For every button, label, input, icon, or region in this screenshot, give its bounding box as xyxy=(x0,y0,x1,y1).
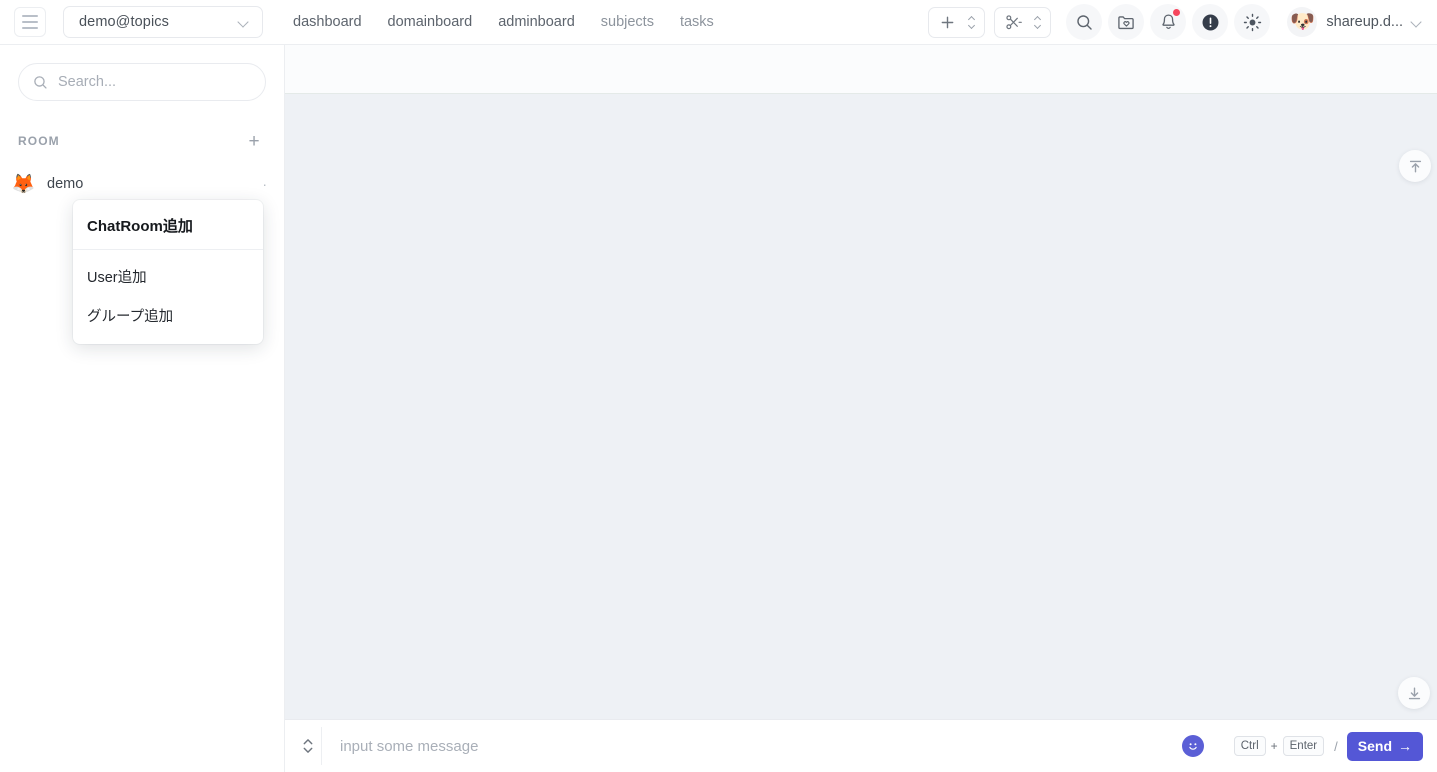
send-button-label: Send xyxy=(1357,738,1392,754)
hamburger-icon-line xyxy=(22,21,38,23)
room-section-header: ROOM + xyxy=(0,130,284,152)
scissors-icon xyxy=(1005,14,1022,31)
shortcut-key-enter: Enter xyxy=(1282,736,1325,756)
message-composer: Ctrl + Enter / Send → xyxy=(285,719,1437,772)
arrow-down-to-line-icon xyxy=(1407,686,1422,701)
avatar: 🐶 xyxy=(1287,7,1318,37)
tab-tasks[interactable]: tasks xyxy=(680,14,714,30)
search-button[interactable] xyxy=(1066,4,1103,40)
emoji-picker-button[interactable] xyxy=(1181,735,1204,757)
user-menu[interactable]: 🐶 shareup.d... xyxy=(1287,7,1425,37)
shortcut-plus: + xyxy=(1270,739,1278,753)
chevron-up-icon xyxy=(1035,17,1041,21)
body-container: ROOM + 🦊 demo · xyxy=(0,45,1437,772)
scroll-to-top-button[interactable] xyxy=(1399,150,1431,182)
room-name-label: demo xyxy=(47,176,84,192)
workspace-selector[interactable]: demo@topics xyxy=(63,6,263,38)
dropdown-items: User追加 グループ追加 xyxy=(73,250,263,335)
hamburger-icon-line xyxy=(22,15,38,17)
search-input[interactable] xyxy=(58,74,251,90)
app-root: demo@topics dashboard domainboard adminb… xyxy=(0,0,1437,772)
folder-heart-icon xyxy=(1117,14,1135,31)
chevron-down-icon xyxy=(1412,17,1423,28)
chevron-down-icon xyxy=(1035,24,1041,28)
search-icon xyxy=(1076,14,1093,31)
top-navigation-bar: demo@topics dashboard domainboard adminb… xyxy=(0,0,1437,45)
shortcut-separator: / xyxy=(1334,738,1338,754)
chevron-down-icon xyxy=(969,24,975,28)
main-panel: Ctrl + Enter / Send → xyxy=(285,45,1437,772)
tab-subjects[interactable]: subjects xyxy=(601,14,654,30)
add-stepper-group[interactable] xyxy=(928,6,986,38)
room-section-title: ROOM xyxy=(18,134,60,148)
chat-header xyxy=(285,45,1437,94)
message-input-wrapper xyxy=(321,727,1182,765)
arrow-right-icon: → xyxy=(1398,738,1412,754)
send-button[interactable]: Send → xyxy=(1346,731,1423,761)
sidebar-search[interactable] xyxy=(18,63,266,101)
avatar: 🦊 xyxy=(11,173,36,195)
brightness-icon xyxy=(1243,13,1262,32)
alerts-button[interactable] xyxy=(1192,4,1229,40)
up-down-chevron-icon xyxy=(301,737,315,755)
alert-circle-icon xyxy=(1201,13,1220,32)
room-more-icon[interactable]: · xyxy=(262,176,268,192)
hamburger-icon-line xyxy=(22,27,38,29)
up-down-chevron-icon[interactable] xyxy=(1033,14,1043,31)
notification-badge xyxy=(1173,9,1181,16)
arrow-up-to-line-icon xyxy=(1408,159,1423,174)
add-room-dropdown-menu: ChatRoom追加 User追加 グループ追加 xyxy=(73,200,263,344)
tab-dashboard[interactable]: dashboard xyxy=(293,14,362,30)
shortcut-key-ctrl: Ctrl xyxy=(1233,736,1266,756)
add-room-button[interactable]: + xyxy=(244,131,264,151)
saved-folder-button[interactable] xyxy=(1108,4,1145,40)
menu-item-add-group[interactable]: グループ追加 xyxy=(73,296,263,335)
hamburger-menu-button[interactable] xyxy=(14,7,46,37)
smiley-icon xyxy=(1185,738,1201,754)
room-list: 🦊 demo · xyxy=(0,164,284,204)
nav-tabs: dashboard domainboard adminboard subject… xyxy=(293,14,714,30)
sidebar: ROOM + 🦊 demo · xyxy=(0,45,285,772)
user-name-label: shareup.d... xyxy=(1326,14,1403,30)
message-list[interactable] xyxy=(285,94,1437,719)
topbar-actions: 🐶 shareup.d... xyxy=(928,4,1425,40)
search-icon xyxy=(33,75,48,90)
notifications-button[interactable] xyxy=(1150,4,1187,40)
cut-stepper-group[interactable] xyxy=(994,6,1052,38)
workspace-label: demo@topics xyxy=(79,14,169,30)
chevron-down-icon xyxy=(239,17,250,28)
expand-composer-button[interactable] xyxy=(295,731,321,761)
message-input[interactable] xyxy=(340,737,1182,755)
up-down-chevron-icon[interactable] xyxy=(967,14,977,31)
theme-brightness-button[interactable] xyxy=(1234,4,1271,40)
dropdown-header: ChatRoom追加 xyxy=(73,200,263,250)
list-item[interactable]: 🦊 demo · xyxy=(0,164,284,204)
composer-actions: Ctrl + Enter / Send → xyxy=(1181,731,1423,761)
tab-adminboard[interactable]: adminboard xyxy=(498,14,575,30)
chevron-up-icon xyxy=(969,17,975,21)
tab-domainboard[interactable]: domainboard xyxy=(388,14,473,30)
plus-icon xyxy=(939,14,956,31)
menu-item-add-user[interactable]: User追加 xyxy=(73,257,263,296)
scroll-to-bottom-button[interactable] xyxy=(1398,677,1430,709)
